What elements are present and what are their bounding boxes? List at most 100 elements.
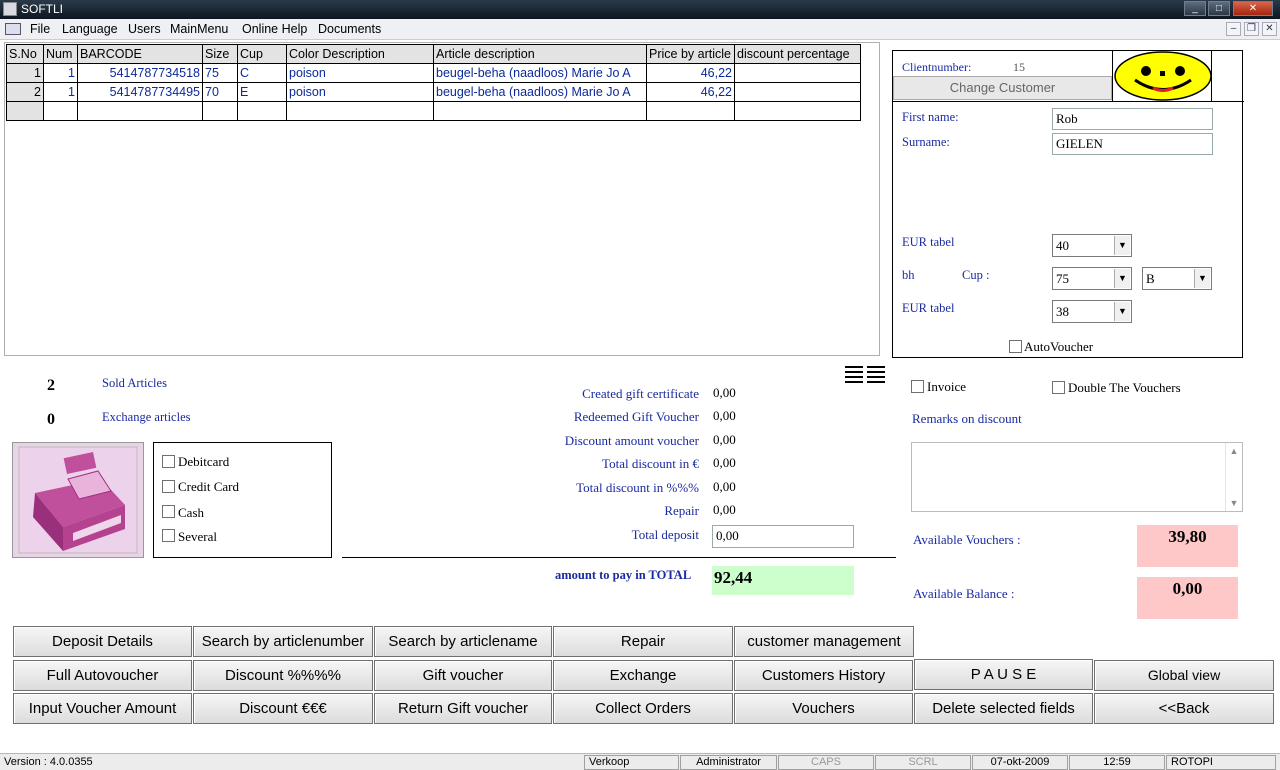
table-row[interactable]: 2 1 5414787734495 70 E poison beugel-beh… — [6, 82, 861, 102]
collect-orders-button[interactable]: Collect Orders — [553, 693, 733, 724]
repair-button[interactable]: Repair — [553, 626, 733, 657]
eur-tabel-value: 40 — [1056, 238, 1069, 253]
col-cup[interactable]: Cup — [237, 44, 287, 64]
autovoucher-checkbox[interactable] — [1009, 340, 1022, 353]
menu-documents[interactable]: Documents — [318, 22, 381, 36]
client-panel: Clientnumber: 15 Change Customer First n… — [892, 50, 1244, 358]
menu-language[interactable]: Language — [62, 22, 118, 36]
col-color[interactable]: Color Description — [286, 44, 434, 64]
delete-selected-fields-button[interactable]: Delete selected fields — [914, 693, 1093, 724]
article-grid[interactable]: S.No Num BARCODE Size Cup Color Descript… — [4, 42, 880, 356]
cup-select[interactable]: B ▼ — [1142, 267, 1212, 290]
exchange-button[interactable]: Exchange — [553, 660, 733, 691]
cell-cup[interactable]: C — [237, 63, 287, 83]
total-discount-eur-label: Total discount in € — [602, 456, 699, 471]
col-price[interactable]: Price by article — [646, 44, 735, 64]
search-articlenumber-button[interactable]: Search by articlenumber — [193, 626, 373, 657]
menu-online-help[interactable]: Online Help — [242, 22, 307, 36]
cell-num[interactable]: 1 — [43, 82, 78, 102]
chevron-down-icon[interactable]: ▼ — [1194, 269, 1210, 288]
chevron-down-icon[interactable]: ▼ — [1114, 236, 1130, 255]
total-deposit-field[interactable]: 0,00 — [712, 525, 854, 548]
cell-empty[interactable] — [734, 101, 861, 121]
cell-cup[interactable]: E — [237, 82, 287, 102]
invoice-checkbox[interactable] — [911, 380, 924, 393]
deposit-details-button[interactable]: Deposit Details — [13, 626, 192, 657]
cell-empty[interactable] — [433, 101, 647, 121]
col-article[interactable]: Article description — [433, 44, 647, 64]
full-autovoucher-button[interactable]: Full Autovoucher — [13, 660, 192, 691]
gift-voucher-button[interactable]: Gift voucher — [374, 660, 552, 691]
created-gift-certificate-value: 0,00 — [713, 385, 736, 400]
input-voucher-amount-button[interactable]: Input Voucher Amount — [13, 693, 192, 724]
several-checkbox[interactable] — [162, 529, 175, 542]
col-num[interactable]: Num — [43, 44, 78, 64]
col-barcode[interactable]: BARCODE — [77, 44, 203, 64]
cell-empty[interactable] — [286, 101, 434, 121]
search-articlename-button[interactable]: Search by articlename — [374, 626, 552, 657]
cell-price[interactable]: 46,22 — [646, 63, 735, 83]
surname-field[interactable]: GIELEN — [1052, 133, 1213, 155]
maximize-button[interactable]: □ — [1208, 1, 1230, 16]
debitcard-checkbox[interactable] — [162, 455, 175, 468]
cash-checkbox[interactable] — [162, 505, 175, 518]
cell-empty[interactable] — [237, 101, 287, 121]
credit-card-checkbox[interactable] — [162, 480, 175, 493]
scroll-down-icon[interactable]: ▼ — [1226, 498, 1242, 508]
cell-size[interactable]: 75 — [202, 63, 238, 83]
cell-discount[interactable] — [734, 82, 861, 102]
cell-color[interactable]: poison — [286, 63, 434, 83]
cell-color[interactable]: poison — [286, 82, 434, 102]
menu-file[interactable]: File — [30, 22, 50, 36]
chevron-down-icon[interactable]: ▼ — [1114, 302, 1130, 321]
col-sno[interactable]: S.No — [6, 44, 44, 64]
cell-size[interactable]: 70 — [202, 82, 238, 102]
cell-empty[interactable] — [43, 101, 78, 121]
list-view-icon[interactable] — [844, 364, 887, 386]
cell-discount[interactable] — [734, 63, 861, 83]
cash-register-icon[interactable] — [12, 442, 144, 558]
cell-empty[interactable] — [202, 101, 238, 121]
cell-empty[interactable] — [646, 101, 735, 121]
scroll-up-icon[interactable]: ▲ — [1226, 446, 1242, 456]
chevron-down-icon[interactable]: ▼ — [1114, 269, 1130, 288]
cell-price[interactable]: 46,22 — [646, 82, 735, 102]
menu-users[interactable]: Users — [128, 22, 161, 36]
menu-mainmenu[interactable]: MainMenu — [170, 22, 228, 36]
row-number: 2 — [6, 82, 44, 102]
cell-barcode[interactable]: 5414787734495 — [77, 82, 203, 102]
cell-empty[interactable] — [77, 101, 203, 121]
first-name-field[interactable]: Rob — [1052, 108, 1213, 130]
customers-history-button[interactable]: Customers History — [734, 660, 913, 691]
eur-tabel-select[interactable]: 40 ▼ — [1052, 234, 1132, 257]
return-gift-voucher-button[interactable]: Return Gift voucher — [374, 693, 552, 724]
eur-tabel-select-2[interactable]: 38 ▼ — [1052, 300, 1132, 323]
double-vouchers-checkbox[interactable] — [1052, 381, 1065, 394]
table-row-empty[interactable] — [6, 101, 861, 121]
cell-article[interactable]: beugel-beha (naadloos) Marie Jo A — [433, 82, 647, 102]
discount-euro-button[interactable]: Discount €€€ — [193, 693, 373, 724]
table-row[interactable]: 1 1 5414787734518 75 C poison beugel-beh… — [6, 63, 861, 83]
pause-button[interactable]: P A U S E — [914, 659, 1093, 690]
document-icon[interactable] — [5, 23, 21, 35]
customer-management-button[interactable]: customer management — [734, 626, 914, 657]
remarks-textarea[interactable]: ▲ ▼ — [911, 442, 1243, 512]
change-customer-button[interactable]: Change Customer — [893, 76, 1112, 100]
col-discount[interactable]: discount percentage — [734, 44, 861, 64]
vouchers-button[interactable]: Vouchers — [734, 693, 913, 724]
cell-article[interactable]: beugel-beha (naadloos) Marie Jo A — [433, 63, 647, 83]
bh-size-select[interactable]: 75 ▼ — [1052, 267, 1132, 290]
mdi-close-button[interactable]: ✕ — [1262, 22, 1277, 36]
global-view-button[interactable]: Global view — [1094, 660, 1274, 691]
back-button[interactable]: <<Back — [1094, 693, 1274, 724]
col-size[interactable]: Size — [202, 44, 238, 64]
discount-percent-button[interactable]: Discount %%%% — [193, 660, 373, 691]
close-button[interactable]: ✕ — [1233, 1, 1273, 16]
mdi-restore-button[interactable]: ❐ — [1244, 22, 1259, 36]
mdi-minimize-button[interactable]: – — [1226, 22, 1241, 36]
debitcard-label: Debitcard — [178, 454, 230, 469]
cell-barcode[interactable]: 5414787734518 — [77, 63, 203, 83]
cell-num[interactable]: 1 — [43, 63, 78, 83]
remarks-scrollbar[interactable]: ▲ ▼ — [1225, 443, 1242, 511]
minimize-button[interactable]: _ — [1184, 1, 1206, 16]
